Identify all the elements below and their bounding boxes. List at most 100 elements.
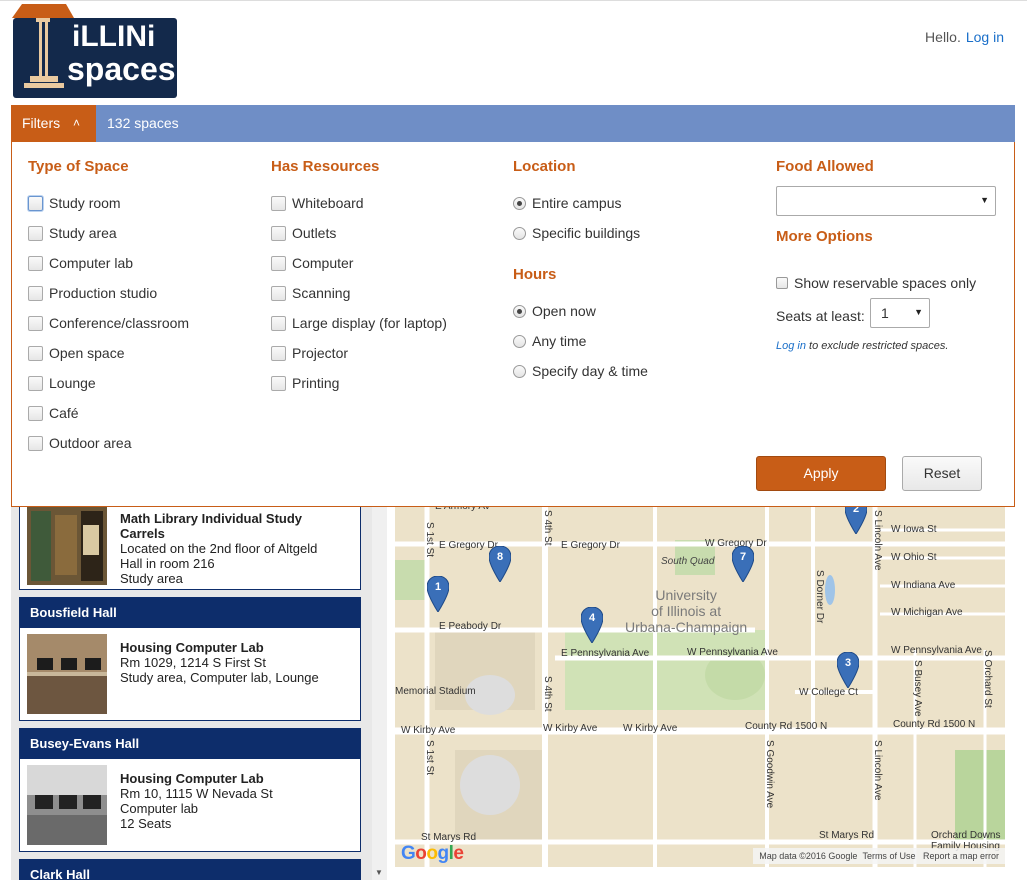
radio-button[interactable] bbox=[513, 364, 526, 378]
checkbox[interactable] bbox=[271, 285, 286, 301]
option-label: Open now bbox=[532, 303, 596, 319]
resource-projector-option[interactable]: Projector bbox=[271, 338, 447, 368]
type-conference-option[interactable]: Conference/classroom bbox=[28, 308, 189, 338]
option-label: Entire campus bbox=[532, 195, 622, 211]
hours-heading: Hours bbox=[513, 266, 557, 283]
option-label: Show reservable spaces only bbox=[794, 275, 977, 291]
checkbox[interactable] bbox=[271, 315, 286, 331]
resource-scanning-option[interactable]: Scanning bbox=[271, 278, 447, 308]
radio-button[interactable] bbox=[513, 226, 526, 240]
street-label: S 1st St bbox=[424, 522, 435, 558]
checkbox[interactable] bbox=[28, 375, 43, 391]
space-photo bbox=[27, 765, 107, 845]
result-line: Rm 10, 1115 W Nevada St bbox=[120, 786, 273, 801]
type-study-room-option[interactable]: Study room bbox=[28, 188, 189, 218]
result-card[interactable]: Bousfield Hall Housing Computer Lab Rm 1… bbox=[19, 597, 361, 721]
type-cafe-option[interactable]: Café bbox=[28, 398, 189, 428]
food-more-options-group: Food Allowed ▼ More Options Show reserva… bbox=[776, 142, 1001, 352]
resource-printing-option[interactable]: Printing bbox=[271, 368, 447, 398]
type-of-space-heading: Type of Space bbox=[28, 158, 129, 175]
list-scrollbar[interactable]: ▼ bbox=[372, 500, 387, 880]
checkbox[interactable] bbox=[28, 195, 43, 211]
checkbox[interactable] bbox=[28, 255, 43, 271]
street-label: S 4th St bbox=[542, 676, 553, 712]
resource-large-display-option[interactable]: Large display (for laptop) bbox=[271, 308, 447, 338]
street-label: W Iowa St bbox=[891, 524, 937, 535]
result-building-name[interactable]: Busey-Evans Hall bbox=[20, 729, 360, 759]
option-label: Outdoor area bbox=[49, 435, 132, 451]
result-card[interactable]: Clark Hall bbox=[19, 859, 361, 880]
results-list[interactable]: Math Library Individual Study Carrels Lo… bbox=[11, 500, 387, 880]
hours-open-now-option[interactable]: Open now bbox=[513, 296, 648, 326]
apply-button[interactable]: Apply bbox=[756, 456, 886, 491]
result-line: 12 Seats bbox=[120, 816, 172, 831]
checkbox[interactable] bbox=[271, 345, 286, 361]
checkbox[interactable] bbox=[28, 435, 43, 451]
checkbox[interactable] bbox=[28, 315, 43, 331]
location-entire-campus-option[interactable]: Entire campus bbox=[513, 188, 648, 218]
resource-outlets-option[interactable]: Outlets bbox=[271, 218, 447, 248]
type-lounge-option[interactable]: Lounge bbox=[28, 368, 189, 398]
street-label: W College Ct bbox=[799, 687, 858, 698]
reservable-only-option[interactable]: Show reservable spaces only bbox=[776, 268, 976, 298]
location-group: Location Entire campus Specific building… bbox=[513, 142, 648, 386]
more-options-heading: More Options bbox=[776, 228, 873, 245]
result-card[interactable]: Busey-Evans Hall Housing Computer Lab Rm… bbox=[19, 728, 361, 852]
food-allowed-select[interactable]: ▼ bbox=[776, 186, 996, 216]
hours-any-time-option[interactable]: Any time bbox=[513, 326, 648, 356]
map-data-credit: Map data ©2016 Google bbox=[759, 851, 858, 861]
result-building-name[interactable]: Bousfield Hall bbox=[20, 598, 360, 628]
type-computer-lab-option[interactable]: Computer lab bbox=[28, 248, 189, 278]
map-pin[interactable]: 3 bbox=[837, 652, 859, 688]
checkbox[interactable] bbox=[776, 277, 788, 289]
checkbox[interactable] bbox=[28, 405, 43, 421]
restricted-login-link[interactable]: Log in bbox=[776, 340, 806, 352]
result-building-name[interactable]: Clark Hall bbox=[20, 860, 360, 880]
result-card[interactable]: Math Library Individual Study Carrels Lo… bbox=[19, 500, 361, 590]
checkbox[interactable] bbox=[28, 345, 43, 361]
reset-button[interactable]: Reset bbox=[902, 456, 982, 491]
checkbox[interactable] bbox=[271, 195, 286, 211]
radio-button[interactable] bbox=[513, 304, 526, 318]
login-link[interactable]: Log in bbox=[966, 29, 1004, 45]
filters-toggle-button[interactable]: Filters ˄ bbox=[11, 105, 96, 142]
type-open-space-option[interactable]: Open space bbox=[28, 338, 189, 368]
map-pin[interactable]: 4 bbox=[581, 607, 603, 643]
location-specific-buildings-option[interactable]: Specific buildings bbox=[513, 218, 648, 248]
radio-button[interactable] bbox=[513, 334, 526, 348]
street-label: W Indiana Ave bbox=[891, 580, 956, 591]
checkbox[interactable] bbox=[271, 255, 286, 271]
checkbox[interactable] bbox=[28, 225, 43, 241]
space-photo bbox=[27, 505, 107, 585]
scroll-down-arrow-icon[interactable]: ▼ bbox=[375, 868, 383, 877]
map-pin[interactable]: 8 bbox=[489, 546, 511, 582]
type-study-area-option[interactable]: Study area bbox=[28, 218, 189, 248]
hours-specify-option[interactable]: Specify day & time bbox=[513, 356, 648, 386]
option-label: Any time bbox=[532, 333, 587, 349]
checkbox[interactable] bbox=[271, 375, 286, 391]
type-of-space-group: Type of Space Study room Study area Comp… bbox=[28, 142, 189, 458]
type-production-studio-option[interactable]: Production studio bbox=[28, 278, 189, 308]
checkbox[interactable] bbox=[28, 285, 43, 301]
illini-spaces-logo[interactable]: iLLINi spaces bbox=[10, 4, 180, 101]
option-label: Open space bbox=[49, 345, 125, 361]
map-pin[interactable]: 1 bbox=[427, 576, 449, 612]
university-label-line: University bbox=[655, 587, 717, 603]
university-label: University of Illinois at Urbana-Champai… bbox=[625, 587, 747, 635]
map-pin[interactable]: 7 bbox=[732, 546, 754, 582]
radio-button[interactable] bbox=[513, 196, 526, 210]
resource-whiteboard-option[interactable]: Whiteboard bbox=[271, 188, 447, 218]
seats-select[interactable]: 1 ▼ bbox=[870, 298, 930, 328]
checkbox[interactable] bbox=[271, 225, 286, 241]
terms-of-use-link[interactable]: Terms of Use bbox=[862, 851, 915, 861]
option-label: Computer bbox=[292, 255, 354, 271]
option-label: Scanning bbox=[292, 285, 351, 301]
result-title: Math Library Individual Study Carrels bbox=[120, 511, 303, 541]
google-logo[interactable]: Google bbox=[401, 843, 464, 865]
filter-bar: Filters ˄ 132 spaces bbox=[11, 105, 1015, 142]
quad-label: South Quad bbox=[661, 556, 715, 567]
type-outdoor-area-option[interactable]: Outdoor area bbox=[28, 428, 189, 458]
campus-map[interactable]: E Armory Av E Gregory Dr E Gregory Dr W … bbox=[395, 500, 1005, 867]
resource-computer-option[interactable]: Computer bbox=[271, 248, 447, 278]
report-map-error-link[interactable]: Report a map error bbox=[923, 851, 999, 861]
